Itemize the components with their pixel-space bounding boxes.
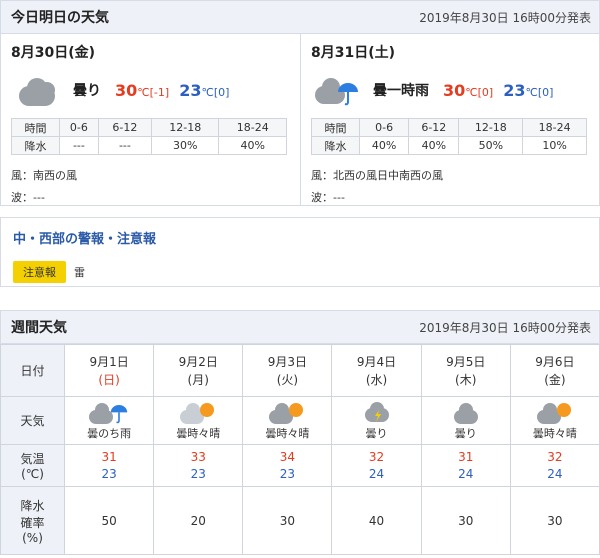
max-temp: 30℃[-1] [115, 80, 170, 100]
weekly-temp-cell: 32 24 [331, 444, 422, 487]
warnings-link[interactable]: 中・西部の警報・注意報 [13, 228, 587, 247]
cloud-sometimes-sun-icon [178, 400, 218, 424]
weekly-weather-cell: 曇時々晴 [153, 396, 244, 445]
weekly-header: 週間天気 2019年8月30日 16時00分発表 [0, 310, 600, 344]
cloudy-rain-icon [313, 72, 361, 108]
weekly-temp-cell: 32 24 [509, 444, 600, 487]
wind-text: 風：南西の風 [11, 169, 77, 182]
cloudy-icon [446, 400, 486, 424]
weekly-pop-cell: 30 [242, 486, 333, 555]
today-tomorrow-section: 今日明日の天気 2019年8月30日 16時00分発表 8月30日(金) 曇り … [0, 0, 600, 206]
weekly-date-cell: 9月4日 (水) [331, 344, 422, 397]
weekly-date-cell: 9月3日 (火) [242, 344, 333, 397]
temp-label: 気温 (℃) [0, 444, 65, 487]
day-forecast-today: 8月30日(金) 曇り 30℃[-1] 23℃[0] 時間 0-6 6-12 1… [1, 34, 300, 205]
weekly-date-cell: 9月6日 (金) [509, 344, 600, 397]
precip-table: 時間 0-6 6-12 12-18 18-24 降水 --- --- 30% 4… [11, 118, 287, 155]
cloud-then-rain-icon [89, 400, 129, 424]
weekly-pop-cell: 20 [153, 486, 244, 555]
weekly-temp-cell: 31 24 [420, 444, 511, 487]
date-label: 日付 [0, 344, 65, 397]
pop-label: 降水 確率 (%) [0, 486, 65, 555]
issued-time: 2019年8月30日 16時00分発表 [419, 10, 591, 25]
wind-text: 風：北西の風日中南西の風 [311, 169, 443, 182]
day-date: 8月30日(金) [11, 45, 96, 61]
weekly-temp-cell: 34 23 [242, 444, 333, 487]
section-title: 今日明日の天気 [11, 10, 109, 26]
wave-text: 波：--- [311, 191, 345, 204]
advisory-badge: 注意報 [13, 261, 66, 283]
weather-label: 天気 [0, 396, 65, 445]
day-date: 8月31日(土) [311, 45, 396, 61]
weekly-date-cell: 9月1日 (日) [63, 344, 155, 397]
weekly-weather-cell: 曇のち雨 [63, 396, 155, 445]
warnings-section: 中・西部の警報・注意報 注意報 雷 [0, 217, 600, 287]
min-temp: 23℃[0] [179, 80, 230, 100]
section-title: 週間天気 [11, 320, 67, 336]
weekly-date-cell: 9月5日 (木) [420, 344, 511, 397]
issued-time: 2019年8月30日 16時00分発表 [419, 320, 591, 335]
cloudy-icon [13, 72, 61, 108]
weekly-weather-cell: 曇り [420, 396, 511, 445]
weekly-pop-cell: 30 [420, 486, 511, 555]
weekly-weather-cell: 曇時々晴 [509, 396, 600, 445]
weekly-date-cell: 9月2日 (月) [153, 344, 244, 397]
weekly-weather-cell: 曇り [331, 396, 422, 445]
max-temp: 30℃[0] [443, 80, 494, 100]
cloud-sometimes-sun-icon [535, 400, 575, 424]
today-tomorrow-header: 今日明日の天気 2019年8月30日 16時00分発表 [0, 0, 600, 34]
cloud-thunder-icon [357, 400, 397, 424]
cloud-sometimes-sun-icon [267, 400, 307, 424]
weekly-pop-cell: 30 [509, 486, 600, 555]
weekly-temp-cell: 31 23 [63, 444, 155, 487]
weekly-table: 日付 9月1日 (日) 9月2日 (月) 9月3日 (火) 9月4日 (水) 9月5日(… [0, 344, 600, 555]
day-weather: 曇一時雨 [373, 83, 429, 99]
weekly-pop-cell: 40 [331, 486, 422, 555]
min-temp: 23℃[0] [503, 80, 554, 100]
weekly-section: 週間天気 2019年8月30日 16時00分発表 日付 9月1日 (日) 9月2日… [0, 310, 600, 555]
day-forecast-tomorrow: 8月31日(土) 曇一時雨 30℃[0] 23℃[0] 時間 0-6 6-12 … [300, 34, 599, 205]
weekly-weather-cell: 曇時々晴 [242, 396, 333, 445]
wave-text: 波：--- [11, 191, 45, 204]
weekly-pop-cell: 50 [63, 486, 155, 555]
weekly-temp-cell: 33 23 [153, 444, 244, 487]
precip-table: 時間 0-6 6-12 12-18 18-24 降水 40% 40% 50% 1… [311, 118, 587, 155]
advisory-item: 雷 [74, 266, 85, 279]
day-weather: 曇り [73, 83, 101, 99]
